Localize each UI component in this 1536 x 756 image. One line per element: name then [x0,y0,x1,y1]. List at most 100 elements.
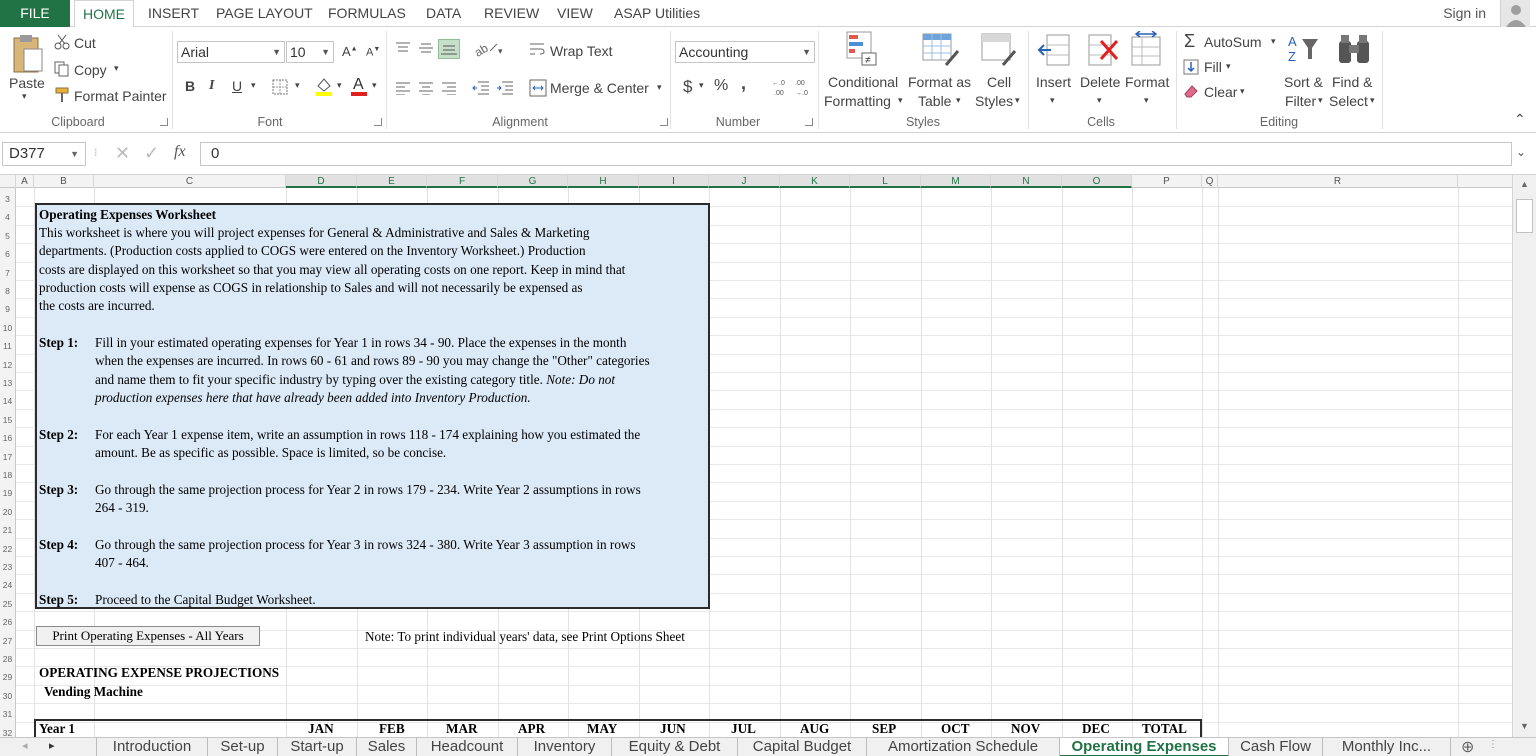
worksheet-grid[interactable]: A B C D E F G H I J K L M N O P Q R 3 4 5 6… [0,175,1536,737]
increase-indent-icon[interactable] [496,80,514,101]
tab-data[interactable]: DATA [418,0,469,27]
decrease-decimal-icon[interactable]: .00 →.0 [795,77,813,102]
tab-home[interactable]: HOME [74,0,134,28]
find-select-dropdown-icon[interactable]: ▾ [1370,95,1375,106]
column-header[interactable]: O [1062,175,1132,188]
increase-decimal-icon[interactable]: ←.0.00 [772,77,790,102]
row-header[interactable]: 12 [0,353,16,372]
sign-in-link[interactable]: Sign in [1443,0,1486,27]
cell-styles-icon[interactable] [981,33,1017,72]
format-painter-button[interactable]: Format Painter [74,88,167,104]
sort-filter-line2[interactable]: Filter [1285,93,1316,109]
column-header[interactable]: P [1132,175,1202,188]
row-header[interactable]: 22 [0,537,16,556]
scrollbar-thumb[interactable] [1516,199,1533,233]
autosum-dropdown-icon[interactable]: ▾ [1271,36,1276,47]
sheet-tab-monthly-income[interactable]: Monthly Inc... [1323,738,1451,756]
font-launcher-icon[interactable] [374,118,382,126]
sheet-tab-operating-expenses[interactable]: Operating Expenses [1060,738,1229,756]
conditional-formatting-line2[interactable]: Formatting [824,93,891,109]
sort-filter-icon[interactable]: AZ [1286,33,1322,72]
currency-button[interactable]: $ [683,77,692,97]
select-all-corner[interactable] [0,175,16,188]
column-header[interactable]: L [850,175,921,188]
tab-formulas[interactable]: FORMULAS [320,0,414,27]
tab-page-layout[interactable]: PAGE LAYOUT [208,0,321,27]
format-cells-icon[interactable] [1130,30,1164,72]
tab-file[interactable]: FILE [0,0,70,27]
row-header[interactable]: 8 [0,280,16,299]
clear-button[interactable]: Clear [1204,84,1237,100]
sheet-tab-headcount[interactable]: Headcount [417,738,518,756]
column-header[interactable]: E [357,175,427,188]
cell-styles-line2[interactable]: Styles [975,93,1013,109]
row-header[interactable]: 17 [0,445,16,464]
row-header[interactable]: 24 [0,574,16,593]
cut-button[interactable]: Cut [74,35,96,51]
wrap-text-icon[interactable] [529,41,547,62]
row-header[interactable]: 15 [0,408,16,428]
currency-dropdown-icon[interactable]: ▾ [699,80,704,91]
delete-dropdown-icon[interactable]: ▾ [1097,95,1102,106]
fill-icon[interactable] [1183,59,1199,80]
print-operating-expenses-button[interactable]: Print Operating Expenses - All Years [36,626,260,646]
find-select-icon[interactable] [1337,33,1373,72]
format-as-table-line1[interactable]: Format as [908,74,971,90]
insert-cells-icon[interactable] [1037,33,1071,72]
font-family-select[interactable]: Arial ▼ [177,41,285,63]
orientation-icon[interactable]: ab ▾ [472,39,504,62]
column-header[interactable]: I [639,175,709,188]
row-header[interactable]: 18 [0,464,16,483]
column-header[interactable]: F [427,175,498,188]
next-sheet-icon[interactable]: ▸ [49,739,55,752]
paste-dropdown-icon[interactable]: ▾ [22,91,27,102]
fill-color-dropdown-icon[interactable]: ▾ [337,80,342,91]
column-header[interactable]: J [709,175,780,188]
column-header[interactable]: R [1218,175,1458,188]
row-header[interactable]: 11 [0,335,16,354]
autosum-button[interactable]: AutoSum [1204,34,1262,50]
row-header[interactable]: 23 [0,556,16,575]
column-header[interactable]: A [16,175,34,188]
alignment-launcher-icon[interactable] [660,118,668,126]
row-header[interactable]: 32 [0,721,16,737]
row-header[interactable]: 7 [0,261,16,280]
column-header[interactable]: B [34,175,94,188]
row-header[interactable]: 6 [0,243,16,262]
paste-button[interactable]: Paste [9,75,45,91]
format-painter-icon[interactable] [54,87,70,108]
clear-dropdown-icon[interactable]: ▾ [1240,86,1245,97]
sheet-tab-cash-flow[interactable]: Cash Flow [1229,738,1323,756]
name-box-dropdown-icon[interactable]: ▼ [70,143,79,165]
align-top-icon[interactable] [395,41,411,60]
column-header[interactable]: G [498,175,568,188]
row-header[interactable]: 30 [0,684,16,704]
sheet-tab-inventory[interactable]: Inventory [518,738,612,756]
column-header[interactable]: M [921,175,991,188]
tab-asap-utilities[interactable]: ASAP Utilities [606,0,708,27]
sort-filter-dropdown-icon[interactable]: ▾ [1318,95,1323,106]
scroll-up-icon[interactable]: ▲ [1520,179,1529,189]
delete-cells-icon[interactable] [1087,33,1121,72]
font-size-select[interactable]: 10 ▼ [286,41,334,63]
row-header[interactable]: 19 [0,482,16,501]
cell-styles-line1[interactable]: Cell [987,74,1011,90]
merge-dropdown-icon[interactable]: ▾ [657,82,662,93]
merge-center-button[interactable]: Merge & Center [550,80,649,96]
decrease-font-size-icon[interactable]: A▼ [366,46,380,59]
tab-split-icon[interactable]: ⋮ [1488,739,1498,750]
tab-review[interactable]: REVIEW [476,0,547,27]
vertical-scrollbar[interactable]: ▲ ▼ [1512,175,1536,737]
format-as-table-line2[interactable]: Table [918,93,951,109]
collapse-ribbon-icon[interactable]: ⌃ [1514,111,1526,128]
borders-dropdown-icon[interactable]: ▾ [295,80,300,91]
row-header[interactable]: 27 [0,629,16,648]
column-header[interactable]: N [991,175,1062,188]
decrease-indent-icon[interactable] [472,80,490,101]
underline-dropdown-icon[interactable]: ▾ [251,80,256,91]
expand-formula-bar-icon[interactable]: ⌄ [1516,145,1526,159]
row-header[interactable]: 28 [0,648,16,667]
number-format-select[interactable]: Accounting ▼ [675,41,815,63]
sheet-tab-amortization-schedule[interactable]: Amortization Schedule [867,738,1060,756]
align-center-icon[interactable] [418,81,434,100]
